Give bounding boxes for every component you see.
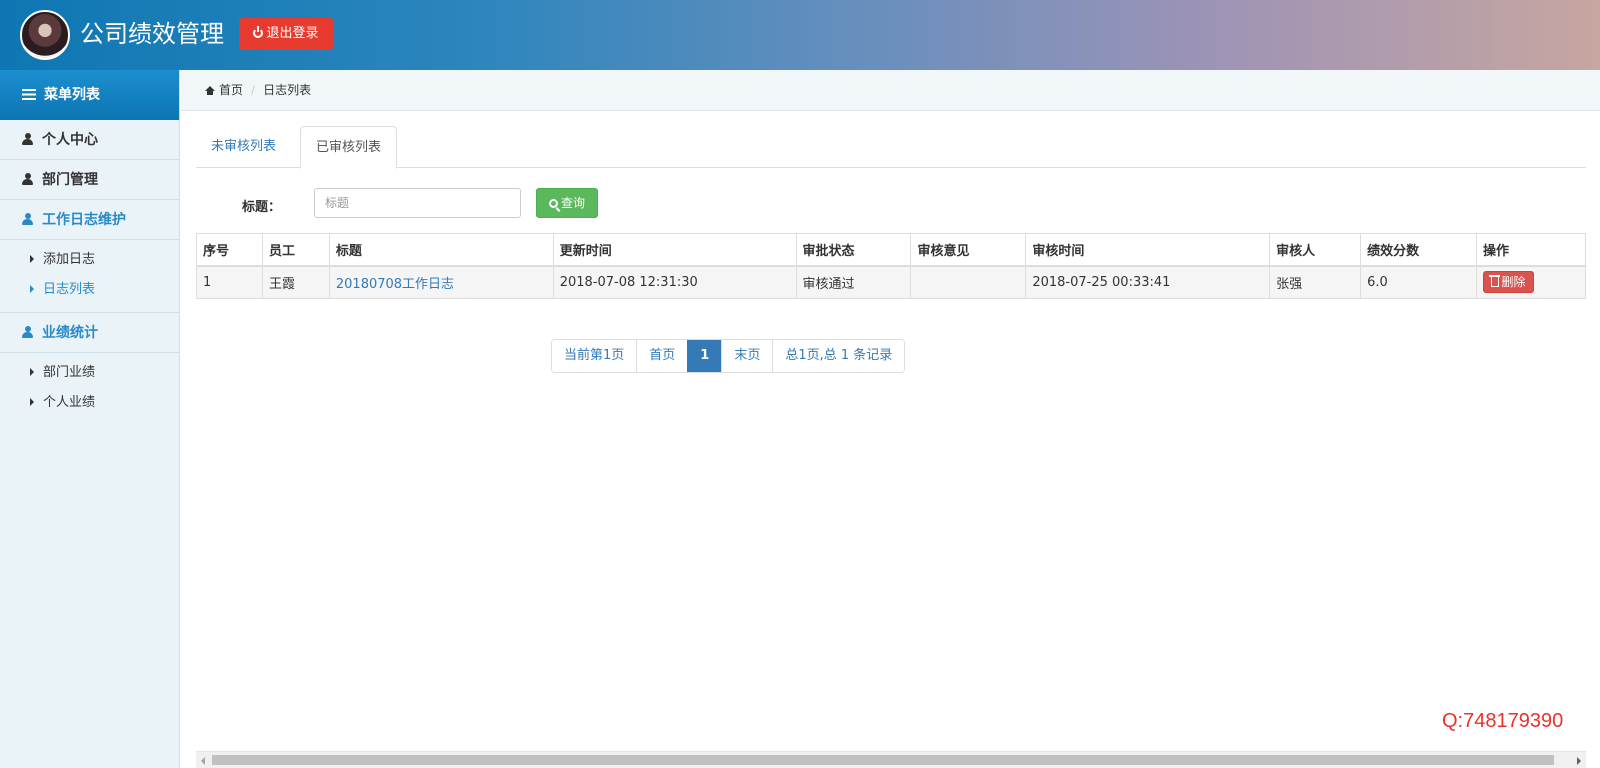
column-header: 审核意见 — [910, 233, 1027, 267]
cell-index: 1 — [196, 265, 263, 299]
breadcrumb-separator: / — [251, 83, 256, 97]
list-icon — [22, 89, 36, 100]
column-header: 审批状态 — [795, 233, 912, 267]
sidebar-menu-title: 菜单列表 — [0, 70, 179, 120]
column-header: 标题 — [328, 233, 554, 267]
sidebar-subitem-dept-performance[interactable]: 部门业绩 — [0, 358, 179, 388]
pagination-current-info: 当前第1页 — [552, 340, 637, 372]
cell-status: 审核通过 — [795, 265, 912, 299]
cell-opinion — [910, 265, 1027, 299]
query-button[interactable]: 查询 — [536, 188, 598, 218]
column-header: 审核人 — [1269, 233, 1362, 267]
sidebar: 菜单列表 个人中心 部门管理 工作日志维护 添加日志 日志列表 业绩统计 部门业… — [0, 70, 180, 768]
sidebar-item-worklog[interactable]: 工作日志维护 — [0, 200, 179, 240]
user-icon — [22, 213, 33, 225]
column-header: 审核时间 — [1025, 233, 1271, 267]
cell-title: 20180708工作日志 — [328, 265, 554, 299]
breadcrumb-home[interactable]: 首页 — [219, 83, 243, 97]
breadcrumb: 首页 / 日志列表 — [181, 70, 1600, 111]
scroll-left-arrow-icon[interactable] — [201, 757, 205, 765]
search-title-label: 标题： — [242, 200, 282, 215]
search-title-input[interactable] — [314, 188, 521, 218]
worklog-submenu: 添加日志 日志列表 — [0, 240, 179, 313]
column-header: 序号 — [196, 233, 263, 267]
top-header: 公司绩效管理 退出登录 — [0, 0, 1600, 70]
pagination: 当前第1页 首页 1 末页 总1页,总 1 条记录 — [551, 339, 906, 373]
sidebar-subitem-personal-performance[interactable]: 个人业绩 — [0, 388, 179, 418]
user-icon — [22, 133, 33, 145]
column-header: 更新时间 — [552, 233, 797, 267]
sidebar-subitem-add-log[interactable]: 添加日志 — [0, 245, 179, 275]
tab-unreviewed[interactable]: 未审核列表 — [196, 126, 291, 168]
trash-icon — [1489, 275, 1501, 288]
cell-action: 删除 — [1476, 265, 1586, 299]
home-icon — [205, 86, 215, 95]
column-header: 操作 — [1476, 233, 1586, 267]
tab-reviewed[interactable]: 已审核列表 — [300, 126, 398, 169]
sidebar-item-personal-center[interactable]: 个人中心 — [0, 120, 179, 160]
search-icon — [548, 199, 558, 208]
cell-review-time: 2018-07-25 00:33:41 — [1025, 265, 1271, 299]
cell-employee: 王霞 — [261, 265, 330, 299]
avatar — [20, 10, 70, 60]
app-title: 公司绩效管理 — [80, 20, 224, 48]
user-icon — [22, 173, 33, 185]
tab-bar: 未审核列表 已审核列表 — [196, 126, 1586, 169]
column-header: 员工 — [261, 233, 330, 267]
user-icon — [22, 326, 33, 338]
pagination-first[interactable]: 首页 — [636, 340, 688, 372]
caret-right-icon — [30, 368, 34, 376]
scroll-right-arrow-icon[interactable] — [1577, 757, 1581, 765]
log-title-link[interactable]: 20180708工作日志 — [336, 277, 454, 292]
pagination-last[interactable]: 末页 — [721, 340, 773, 372]
scrollbar-thumb[interactable] — [212, 755, 1554, 765]
logout-label: 退出登录 — [266, 26, 319, 41]
column-header: 绩效分数 — [1360, 233, 1477, 267]
log-table: 序号 员工 标题 更新时间 审批状态 审核意见 审核时间 审核人 绩效分数 操作… — [196, 233, 1586, 299]
logout-button[interactable]: 退出登录 — [239, 18, 333, 50]
table-header-row: 序号 员工 标题 更新时间 审批状态 审核意见 审核时间 审核人 绩效分数 操作 — [196, 233, 1586, 267]
caret-right-icon — [30, 255, 34, 263]
table-row: 1 王霞 20180708工作日志 2018-07-08 12:31:30 审核… — [196, 265, 1586, 299]
pagination-page-1[interactable]: 1 — [687, 340, 722, 372]
power-icon — [253, 26, 264, 38]
horizontal-scrollbar[interactable] — [196, 751, 1586, 768]
caret-right-icon — [30, 285, 34, 293]
sidebar-item-performance[interactable]: 业绩统计 — [0, 313, 179, 353]
qq-watermark: Q:748179390 — [1442, 710, 1564, 732]
caret-right-icon — [30, 398, 34, 406]
cell-score: 6.0 — [1360, 265, 1477, 299]
performance-submenu: 部门业绩 个人业绩 — [0, 353, 179, 425]
breadcrumb-current: 日志列表 — [263, 83, 312, 97]
sidebar-item-department[interactable]: 部门管理 — [0, 160, 179, 200]
pagination-summary: 总1页,总 1 条记录 — [772, 340, 905, 372]
cell-updated: 2018-07-08 12:31:30 — [552, 265, 797, 299]
sidebar-subitem-log-list[interactable]: 日志列表 — [0, 275, 179, 305]
delete-button[interactable]: 删除 — [1483, 271, 1534, 294]
cell-reviewer: 张强 — [1269, 265, 1362, 299]
